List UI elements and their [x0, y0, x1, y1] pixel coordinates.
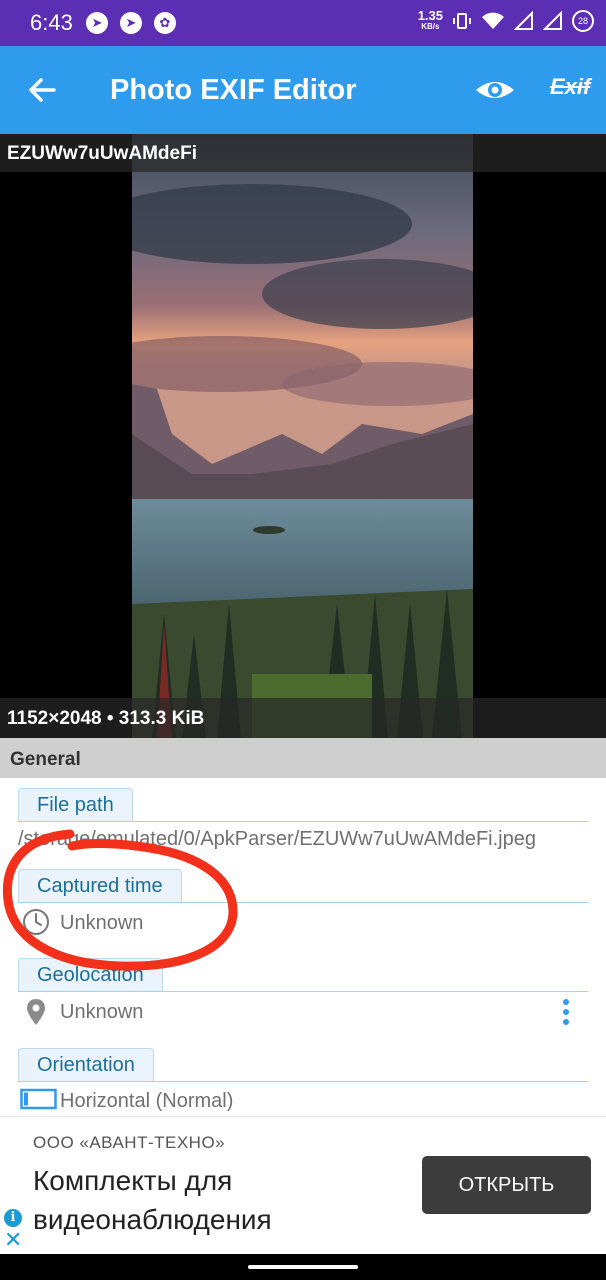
file-path-label: File path — [18, 788, 133, 821]
eye-icon[interactable] — [472, 70, 518, 110]
status-bar: 6:43 ➤ ➤ ✿ 1.35 KB/s 28 — [0, 0, 606, 46]
ad-close-icon[interactable]: ✕ — [4, 1229, 22, 1251]
telegram-icon: ➤ — [86, 12, 108, 34]
ad-open-button[interactable]: ОТКРЫТЬ — [422, 1156, 591, 1214]
orientation-label: Orientation — [18, 1048, 154, 1081]
back-arrow-icon[interactable] — [20, 68, 64, 112]
battery-icon: 28 — [572, 10, 594, 32]
captured-time-value[interactable]: Unknown — [60, 912, 143, 935]
ad-headline[interactable]: Комплекты для видеонаблюдения — [33, 1161, 413, 1239]
signal-icon — [514, 11, 533, 30]
location-pin-icon — [27, 999, 45, 1025]
wifi-icon — [482, 12, 504, 29]
home-gesture-handle[interactable] — [248, 1265, 358, 1269]
divider — [18, 821, 588, 822]
notification-icons: ➤ ➤ ✿ — [86, 12, 176, 34]
photo-filename: EZUWw7uUwAMdeFi — [7, 143, 197, 164]
divider — [18, 902, 588, 903]
landscape-photo — [132, 134, 473, 738]
exif-toggle-button[interactable]: Exif — [550, 74, 590, 100]
network-speed-value: 1.35 — [417, 8, 443, 23]
divider — [18, 1081, 588, 1082]
app-notification-icon: ✿ — [154, 12, 176, 34]
network-speed: 1.35 KB/s — [417, 8, 443, 32]
geolocation-value[interactable]: Unknown — [60, 1001, 143, 1024]
filename-bar: EZUWw7uUwAMdeFi — [0, 134, 606, 172]
dimensions-bar: 1152×2048 • 313.3 KiB — [0, 698, 606, 738]
section-title: General — [10, 749, 81, 770]
telegram-icon: ➤ — [120, 12, 142, 34]
system-nav-bar — [0, 1254, 606, 1280]
file-path-value[interactable]: /storage/emulated/0/ApkParser/EZUWw7uUwA… — [18, 828, 536, 851]
ad-info-icon[interactable]: i — [4, 1209, 22, 1227]
app-title: Photo EXIF Editor — [110, 74, 357, 106]
divider — [18, 991, 588, 992]
clock-icon — [23, 909, 49, 935]
network-speed-unit: KB/s — [421, 22, 440, 31]
orientation-value[interactable]: Horizontal (Normal) — [60, 1090, 233, 1113]
photo-preview[interactable]: EZUWw7uUwAMdeFi 1152×2048 • 313.3 KiB — [0, 134, 606, 738]
section-header-general: General — [0, 738, 606, 778]
geolocation-label: Geolocation — [18, 958, 163, 991]
exif-fields: File path /storage/emulated/0/ApkParser/… — [0, 778, 606, 1116]
photo-dimensions: 1152×2048 • 313.3 KiB — [7, 708, 205, 729]
ad-advertiser: ООО «АВАНТ-ТЕХНО» — [33, 1133, 226, 1152]
captured-time-label: Captured time — [18, 869, 182, 902]
vibrate-icon — [453, 13, 471, 29]
signal-icon — [543, 11, 562, 30]
ad-banner[interactable]: ООО «АВАНТ-ТЕХНО» Комплекты для видеонаб… — [0, 1116, 606, 1254]
orientation-frame-icon — [20, 1088, 57, 1110]
more-options-icon[interactable] — [556, 996, 576, 1028]
app-bar: Photo EXIF Editor Exif — [0, 46, 606, 134]
status-indicators: 1.35 KB/s 28 — [417, 8, 594, 32]
status-time: 6:43 — [30, 10, 73, 35]
